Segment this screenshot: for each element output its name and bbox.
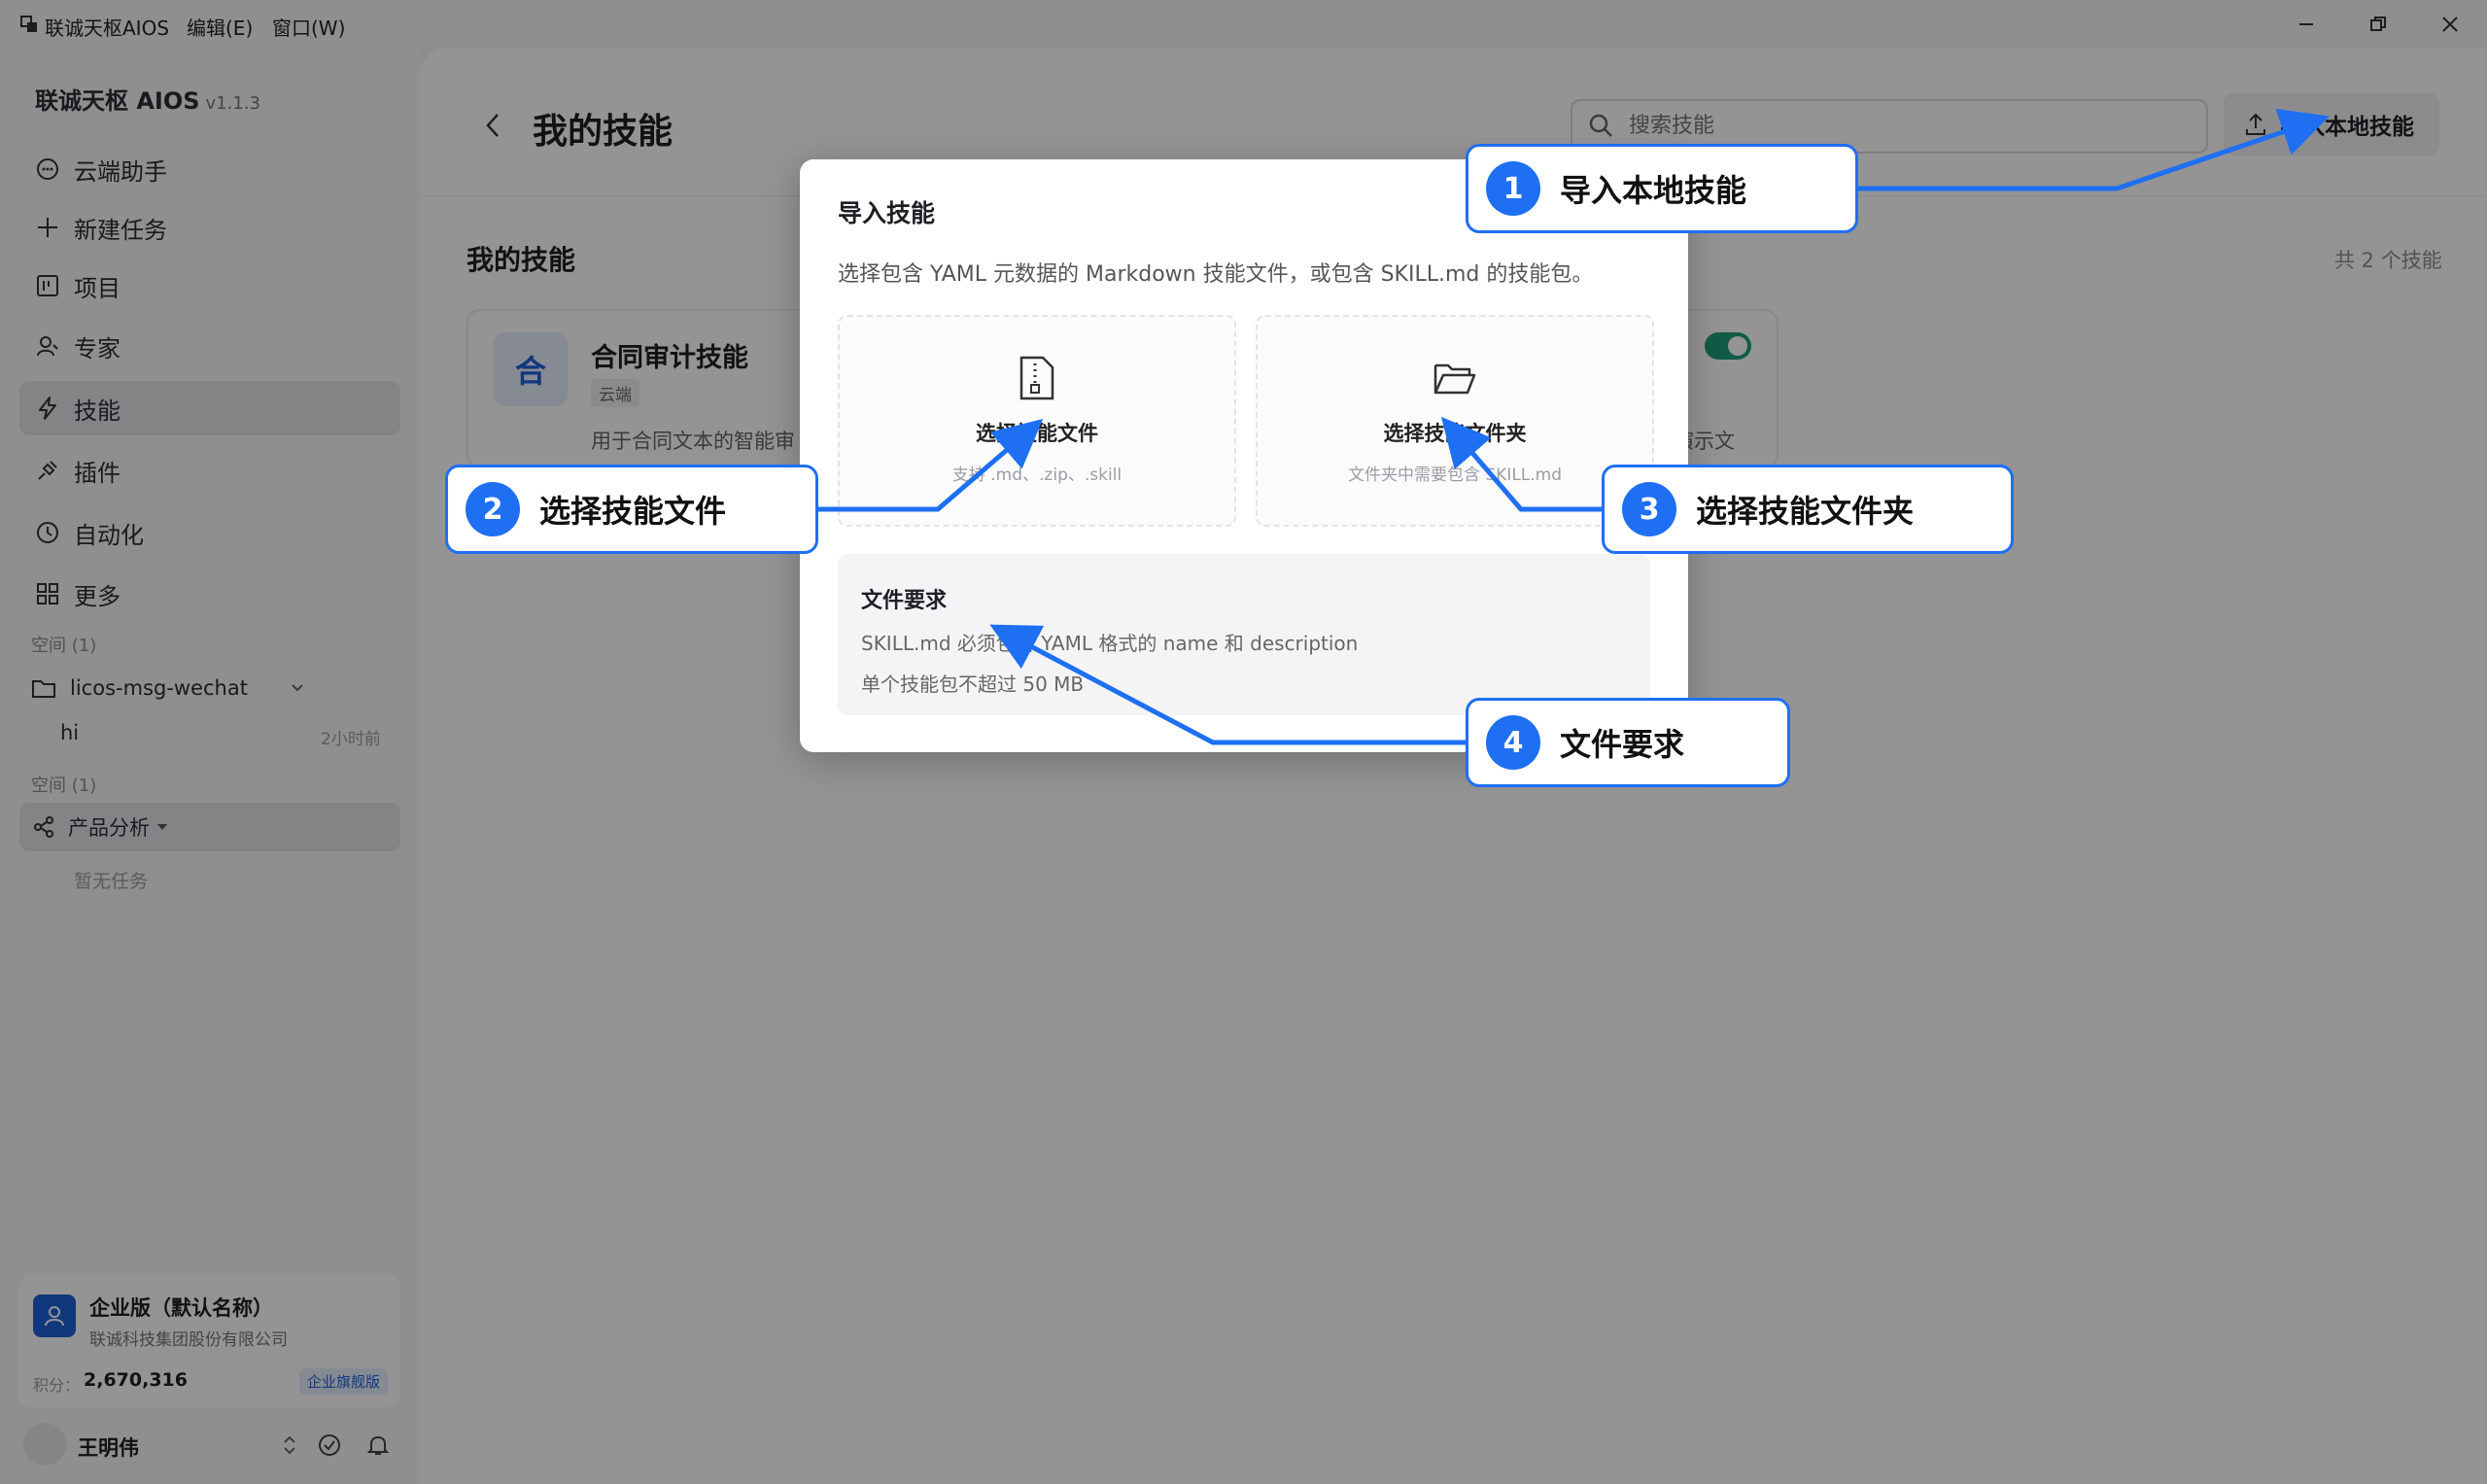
callout-text: 选择技能文件 (539, 493, 727, 530)
arrow-3 (1440, 416, 1604, 512)
callout-1: 1 导入本地技能 (1466, 144, 1858, 233)
callout-3: 3 选择技能文件夹 (1602, 465, 2014, 554)
arrow-2 (816, 418, 1044, 512)
callout-2: 2 选择技能文件 (445, 465, 818, 554)
arrow-4 (989, 624, 1468, 745)
callout-number: 1 (1486, 161, 1540, 216)
callout-text: 导入本地技能 (1560, 172, 1747, 209)
callout-text: 选择技能文件夹 (1696, 493, 1915, 530)
callout-number: 4 (1486, 715, 1540, 770)
arrow-1 (1856, 108, 2330, 191)
callout-4: 4 文件要求 (1466, 698, 1790, 787)
callout-number: 3 (1622, 482, 1676, 536)
callout-text: 文件要求 (1560, 726, 1685, 763)
callout-number: 2 (466, 482, 520, 536)
annotation-arrows (816, 108, 2330, 745)
